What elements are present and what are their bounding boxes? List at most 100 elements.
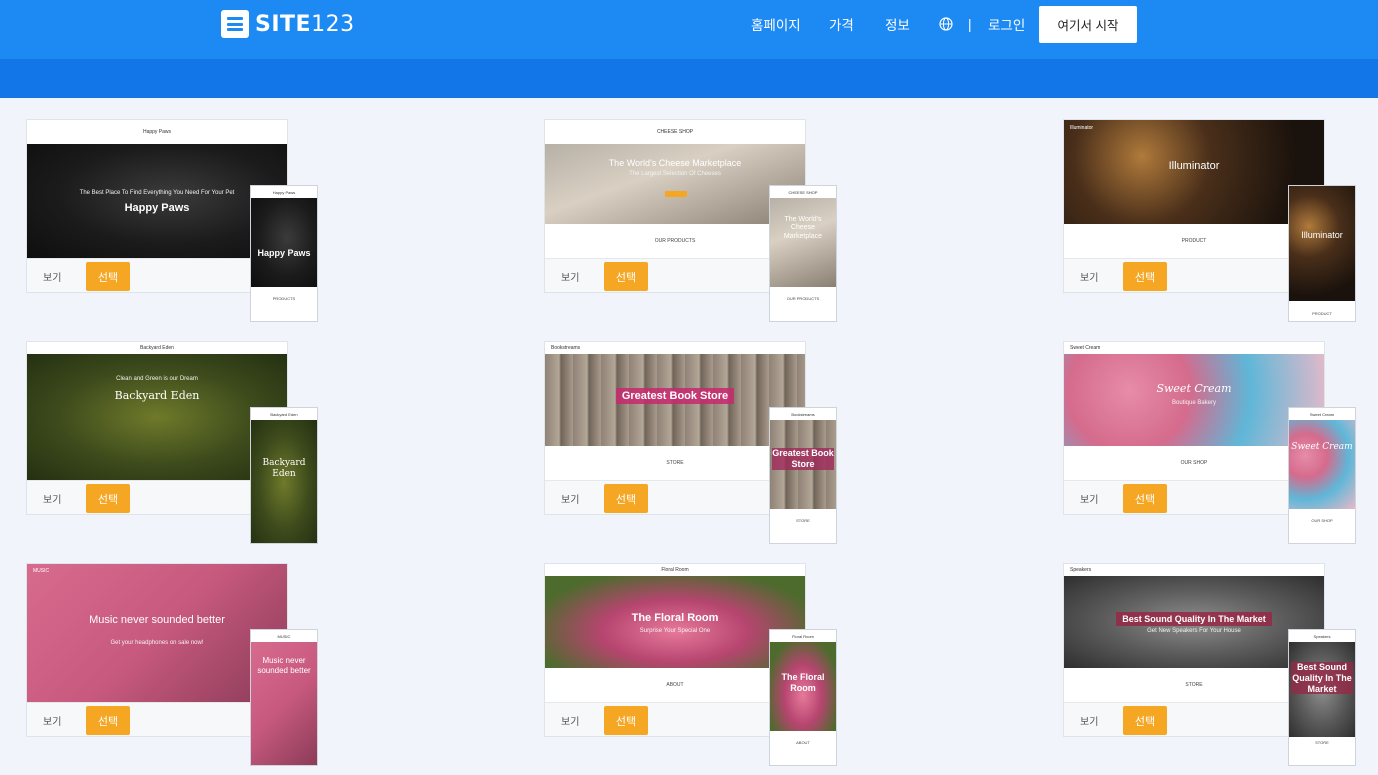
select-button[interactable]: 선택 bbox=[86, 484, 130, 513]
nav-info[interactable]: 정보 bbox=[885, 0, 910, 48]
preview-hero: Illuminator Illuminator bbox=[1064, 120, 1324, 224]
preview-hero: Best Sound Quality In The Market Get New… bbox=[1064, 576, 1324, 668]
template-preview-mobile[interactable]: Bookstreams Greatest Book Store STORE bbox=[769, 407, 837, 544]
template-preview-desktop[interactable]: Floral Room The Floral Room Surprise You… bbox=[545, 564, 805, 702]
template-preview-mobile[interactable]: Sweet Cream Sweet Cream OUR SHOP bbox=[1288, 407, 1356, 544]
view-link[interactable]: 보기 bbox=[43, 713, 61, 728]
template-preview-mobile[interactable]: Happy Paws Happy Paws PRODUCTS bbox=[250, 185, 318, 322]
template-preview-desktop[interactable]: Bookstreams Greatest Book Store STORE bbox=[545, 342, 805, 480]
template-preview-desktop[interactable]: MUSIC Music never sounded better Get you… bbox=[27, 564, 287, 702]
preview-section-label: OUR SHOP bbox=[1180, 460, 1208, 466]
preview-tagline: Surprise Your Special One bbox=[639, 628, 711, 634]
view-link[interactable]: 보기 bbox=[561, 269, 579, 284]
preview-tagline: Get your headphones on sale now! bbox=[110, 640, 204, 646]
nav-info-link[interactable]: 정보 bbox=[885, 14, 910, 34]
select-button[interactable]: 선택 bbox=[604, 706, 648, 735]
preview-hero: The World's Cheese Marketplace The Large… bbox=[545, 144, 805, 224]
mobile-title: Greatest Book Store bbox=[772, 448, 834, 470]
mobile-hero: The Floral Room bbox=[770, 642, 836, 731]
preview-section-label: OUR PRODUCTS bbox=[654, 238, 696, 244]
preview-section-label: STORE bbox=[666, 460, 684, 466]
select-button[interactable]: 선택 bbox=[604, 484, 648, 513]
mobile-hero: The World's Cheese Marketplace bbox=[770, 198, 836, 287]
mobile-header: Backyard Eden bbox=[251, 408, 317, 420]
nav-pricing-link[interactable]: 가격 bbox=[829, 14, 854, 34]
template-preview-desktop[interactable]: Illuminator Illuminator PRODUCT bbox=[1064, 120, 1324, 258]
template-preview-desktop[interactable]: Happy Paws The Best Place To Find Everyt… bbox=[27, 120, 287, 258]
template-preview-desktop[interactable]: CHEESE SHOP The World's Cheese Marketpla… bbox=[545, 120, 805, 258]
site123-logo[interactable]: SITE123 bbox=[221, 10, 355, 38]
view-link[interactable]: 보기 bbox=[561, 713, 579, 728]
view-link[interactable]: 보기 bbox=[1080, 269, 1098, 284]
preview-section-label: PRODUCT bbox=[1181, 238, 1207, 244]
nav-home[interactable]: 홈페이지 bbox=[751, 0, 801, 48]
select-button[interactable]: 선택 bbox=[86, 706, 130, 735]
preview-hero: Clean and Green is our Dream Backyard Ed… bbox=[27, 354, 287, 480]
card-footer: 보기 선택 bbox=[545, 258, 805, 292]
mobile-section-label: OUR PRODUCTS bbox=[786, 296, 820, 301]
card-footer: 보기 선택 bbox=[27, 258, 287, 292]
mobile-header: Floral Room bbox=[770, 630, 836, 642]
template-preview-desktop[interactable]: Backyard Eden Clean and Green is our Dre… bbox=[27, 342, 287, 480]
preview-title: Happy Paws bbox=[124, 202, 190, 214]
template-preview-mobile[interactable]: Floral Room The Floral Room ABOUT bbox=[769, 629, 837, 766]
mobile-title: Illuminator bbox=[1301, 230, 1343, 240]
select-button[interactable]: 선택 bbox=[1123, 484, 1167, 513]
template-preview-mobile[interactable]: MUSIC Music never sounded better bbox=[250, 629, 318, 766]
mobile-hero: Best Sound Quality In The Market bbox=[1289, 642, 1355, 737]
preview-title: Best Sound Quality In The Market bbox=[1064, 612, 1324, 626]
preview-tagline: Boutique Bakery bbox=[1171, 400, 1217, 406]
mobile-section-label: STORE bbox=[796, 518, 810, 523]
mobile-hero: Backyard Eden bbox=[251, 420, 317, 543]
select-button[interactable]: 선택 bbox=[1123, 706, 1167, 735]
mobile-section-label: PRODUCT bbox=[1312, 311, 1332, 316]
template-preview-mobile[interactable]: Speakers Best Sound Quality In The Marke… bbox=[1288, 629, 1356, 766]
mobile-title: Best Sound Quality In The Market bbox=[1291, 662, 1353, 695]
template-card: Happy Paws The Best Place To Find Everyt… bbox=[26, 119, 288, 293]
nav-pricing[interactable]: 가격 bbox=[829, 0, 854, 48]
card-footer: 보기 선택 bbox=[545, 702, 805, 736]
card-footer: 보기 선택 bbox=[27, 702, 287, 736]
select-button[interactable]: 선택 bbox=[86, 262, 130, 291]
preview-header: Happy Paws bbox=[27, 120, 287, 144]
preview-tagline: The Largest Selection Of Cheeses bbox=[629, 171, 721, 177]
preview-header: Floral Room bbox=[545, 564, 805, 576]
mobile-title: The World's Cheese Marketplace bbox=[783, 216, 823, 240]
mobile-title: Backyard Eden bbox=[262, 458, 306, 479]
language-selector[interactable] bbox=[939, 0, 953, 48]
view-link[interactable]: 보기 bbox=[1080, 713, 1098, 728]
preview-header: CHEESE SHOP bbox=[545, 120, 805, 144]
template-card: Illuminator Illuminator PRODUCT 보기 선택 bbox=[1063, 119, 1325, 293]
select-button[interactable]: 선택 bbox=[604, 262, 648, 291]
nav-login-link[interactable]: 로그인 bbox=[988, 14, 1025, 34]
mobile-header: Happy Paws bbox=[251, 186, 317, 198]
template-preview-desktop[interactable]: Sweet Cream Sweet Cream Boutique Bakery … bbox=[1064, 342, 1324, 480]
sub-header-band bbox=[0, 59, 1378, 98]
top-navigation-bar bbox=[0, 0, 1378, 59]
get-started-button[interactable]: 여기서 시작 bbox=[1039, 6, 1137, 43]
view-link[interactable]: 보기 bbox=[1080, 491, 1098, 506]
mobile-section-label: OUR SHOP bbox=[1311, 518, 1333, 523]
preview-title: Greatest Book Store bbox=[545, 388, 805, 404]
template-card: CHEESE SHOP The World's Cheese Marketpla… bbox=[544, 119, 806, 293]
template-preview-desktop[interactable]: Speakers Best Sound Quality In The Marke… bbox=[1064, 564, 1324, 702]
site123-logo-icon bbox=[221, 10, 249, 38]
template-preview-mobile[interactable]: CHEESE SHOP The World's Cheese Marketpla… bbox=[769, 185, 837, 322]
template-preview-mobile[interactable]: Illuminator PRODUCT bbox=[1288, 185, 1356, 322]
template-card: Speakers Best Sound Quality In The Marke… bbox=[1063, 563, 1325, 737]
mobile-hero: Greatest Book Store bbox=[770, 420, 836, 509]
preview-section-label: ABOUT bbox=[666, 682, 684, 688]
nav-login[interactable]: 로그인 bbox=[988, 0, 1025, 48]
mobile-hero: Happy Paws bbox=[251, 198, 317, 287]
mobile-header: Bookstreams bbox=[770, 408, 836, 420]
nav-home-link[interactable]: 홈페이지 bbox=[751, 14, 801, 34]
view-link[interactable]: 보기 bbox=[43, 491, 61, 506]
preview-title: Music never sounded better bbox=[89, 614, 225, 626]
view-link[interactable]: 보기 bbox=[43, 269, 61, 284]
select-button[interactable]: 선택 bbox=[1123, 262, 1167, 291]
template-preview-mobile[interactable]: Backyard Eden Backyard Eden bbox=[250, 407, 318, 544]
mobile-header: MUSIC bbox=[251, 630, 317, 642]
card-footer: 보기 선택 bbox=[1064, 258, 1324, 292]
preview-hero: MUSIC Music never sounded better Get you… bbox=[27, 564, 287, 702]
view-link[interactable]: 보기 bbox=[561, 491, 579, 506]
